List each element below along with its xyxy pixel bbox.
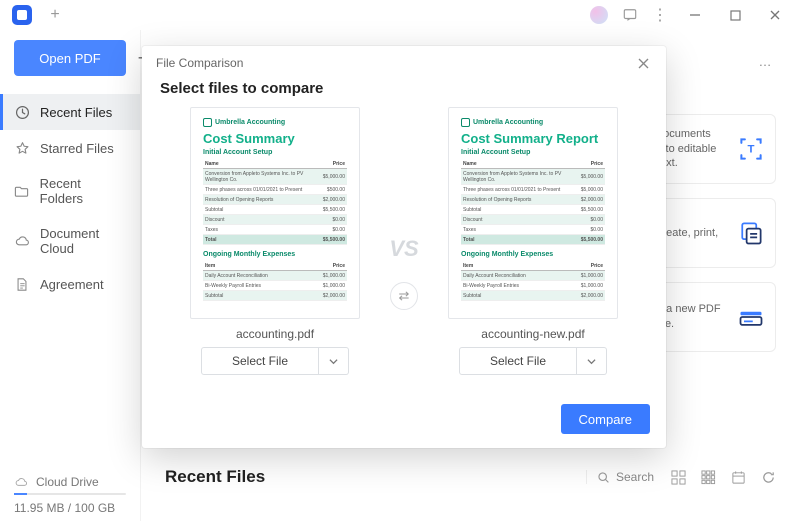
- dialog-close-button[interactable]: [634, 54, 652, 72]
- file-thumbnail[interactable]: Umbrella Accounting Cost Summary Initial…: [190, 107, 360, 319]
- thumb-section: Initial Account Setup: [461, 149, 605, 156]
- open-pdf-button[interactable]: Open PDF: [14, 40, 126, 76]
- titlebar: + ⋮: [0, 0, 800, 30]
- cloud-drive-label: Cloud Drive: [36, 475, 99, 489]
- sidebar-item-starred-files[interactable]: Starred Files: [0, 130, 140, 166]
- compare-slot-right: Umbrella Accounting Cost Summary Report …: [439, 107, 627, 398]
- card-text: create, print,: [657, 226, 729, 241]
- maximize-button[interactable]: [722, 2, 748, 28]
- star-icon: [14, 140, 30, 156]
- file-thumbnail[interactable]: Umbrella Accounting Cost Summary Report …: [448, 107, 618, 319]
- select-file-button[interactable]: Select File: [201, 347, 319, 375]
- file-comparison-dialog: File Comparison Select files to compare …: [142, 46, 666, 448]
- file-name: accounting.pdf: [236, 327, 314, 341]
- sidebar-item-document-cloud[interactable]: Document Cloud: [0, 216, 140, 266]
- sidebar-item-label: Starred Files: [40, 141, 114, 156]
- minimize-button[interactable]: [682, 2, 708, 28]
- svg-text:T: T: [748, 144, 755, 156]
- thumb-title: Cost Summary: [203, 131, 347, 146]
- document-icon: [14, 276, 30, 292]
- sidebar-item-recent-files[interactable]: Recent Files: [0, 94, 140, 130]
- copy-icon: [737, 219, 765, 247]
- kebab-menu-icon[interactable]: ⋮: [652, 7, 668, 23]
- view-small-grid-button[interactable]: [700, 469, 716, 485]
- thumb-brand: Umbrella Accounting: [461, 118, 605, 127]
- scanner-icon: [737, 303, 765, 331]
- recent-files-heading: Recent Files: [165, 467, 265, 487]
- sidebar-item-label: Recent Files: [40, 105, 112, 120]
- select-file-dropdown[interactable]: [577, 347, 607, 375]
- close-button[interactable]: [762, 2, 788, 28]
- search-placeholder: Search: [616, 470, 654, 484]
- cloud-drive-status[interactable]: Cloud Drive 11.95 MB / 100 GB: [0, 469, 140, 521]
- dialog-title: Select files to compare: [142, 76, 666, 107]
- select-file-button[interactable]: Select File: [459, 347, 577, 375]
- thumb-section: Initial Account Setup: [203, 149, 347, 156]
- sidebar-item-recent-folders[interactable]: Recent Folders: [0, 166, 140, 216]
- sidebar-item-label: Document Cloud: [40, 226, 126, 256]
- view-large-grid-button[interactable]: [670, 469, 686, 485]
- clock-icon: [14, 104, 30, 120]
- select-file-dropdown[interactable]: [319, 347, 349, 375]
- swap-files-button[interactable]: ⇄: [390, 282, 418, 310]
- sidebar-item-label: Agreement: [40, 277, 104, 292]
- search-input[interactable]: Search: [586, 470, 654, 484]
- file-name: accounting-new.pdf: [481, 327, 584, 341]
- folder-icon: [14, 183, 30, 199]
- sidebar-item-label: Recent Folders: [40, 176, 126, 206]
- thumb-section: Ongoing Monthly Expenses: [203, 251, 347, 258]
- thumb-title: Cost Summary Report: [461, 131, 605, 146]
- cloud-usage: 11.95 MB / 100 GB: [14, 501, 126, 515]
- cloud-icon: [14, 476, 28, 489]
- sidebar: Open PDF Recent Files Starred Files Rece…: [0, 30, 140, 521]
- avatar[interactable]: [590, 6, 608, 24]
- search-icon: [597, 471, 610, 484]
- ocr-icon: T: [737, 135, 765, 163]
- more-menu-button[interactable]: …: [754, 54, 776, 69]
- date-filter-button[interactable]: [730, 469, 746, 485]
- card-text: e a new PDF file.: [657, 302, 729, 332]
- new-tab-button[interactable]: +: [46, 6, 64, 24]
- cloud-icon: [14, 233, 30, 249]
- thumb-section: Ongoing Monthly Expenses: [461, 251, 605, 258]
- card-text: documents into editable text.: [657, 127, 729, 172]
- thumb-brand: Umbrella Accounting: [203, 118, 347, 127]
- app-logo: [12, 5, 32, 25]
- feedback-icon[interactable]: [622, 7, 638, 23]
- dialog-header: File Comparison: [156, 56, 243, 70]
- compare-button[interactable]: Compare: [561, 404, 650, 434]
- vs-label: VS: [389, 236, 418, 262]
- sidebar-item-agreement[interactable]: Agreement: [0, 266, 140, 302]
- compare-slot-left: Umbrella Accounting Cost Summary Initial…: [181, 107, 369, 398]
- refresh-button[interactable]: [760, 469, 776, 485]
